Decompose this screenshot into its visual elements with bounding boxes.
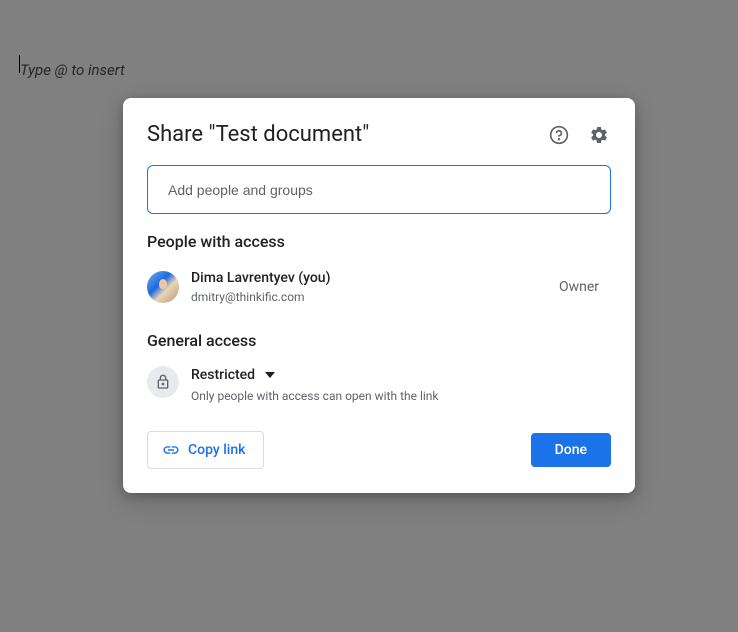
access-info: Restricted Only people with access can o… bbox=[191, 366, 611, 402]
header-icons bbox=[547, 123, 611, 147]
access-level-dropdown[interactable]: Restricted bbox=[191, 366, 611, 384]
person-info: Dima Lavrentyev (you) dmitry@thinkific.c… bbox=[191, 269, 559, 305]
access-level-label: Restricted bbox=[191, 366, 255, 384]
help-icon[interactable] bbox=[547, 123, 571, 147]
person-row: Dima Lavrentyev (you) dmitry@thinkific.c… bbox=[147, 263, 611, 311]
add-people-input[interactable] bbox=[168, 182, 590, 198]
gear-icon[interactable] bbox=[587, 123, 611, 147]
editor-placeholder: Type @ to insert bbox=[20, 61, 125, 79]
copy-link-button[interactable]: Copy link bbox=[147, 431, 264, 469]
general-access-title: General access bbox=[147, 331, 611, 350]
person-email: dmitry@thinkific.com bbox=[191, 289, 559, 306]
avatar bbox=[147, 271, 179, 303]
lock-icon bbox=[147, 366, 179, 398]
people-access-title: People with access bbox=[147, 232, 611, 251]
copy-link-label: Copy link bbox=[188, 442, 245, 458]
dialog-footer: Copy link Done bbox=[147, 431, 611, 469]
link-icon bbox=[162, 441, 180, 459]
share-dialog: Share "Test document" People with access… bbox=[123, 98, 635, 493]
people-input-wrapper[interactable] bbox=[147, 165, 611, 214]
dialog-header: Share "Test document" bbox=[147, 122, 611, 147]
dialog-title: Share "Test document" bbox=[147, 122, 369, 147]
access-description: Only people with access can open with th… bbox=[191, 389, 611, 403]
chevron-down-icon bbox=[265, 372, 275, 378]
person-name: Dima Lavrentyev (you) bbox=[191, 269, 559, 289]
done-button[interactable]: Done bbox=[531, 433, 611, 467]
role-label: Owner bbox=[559, 279, 599, 295]
general-access-row: Restricted Only people with access can o… bbox=[147, 362, 611, 406]
